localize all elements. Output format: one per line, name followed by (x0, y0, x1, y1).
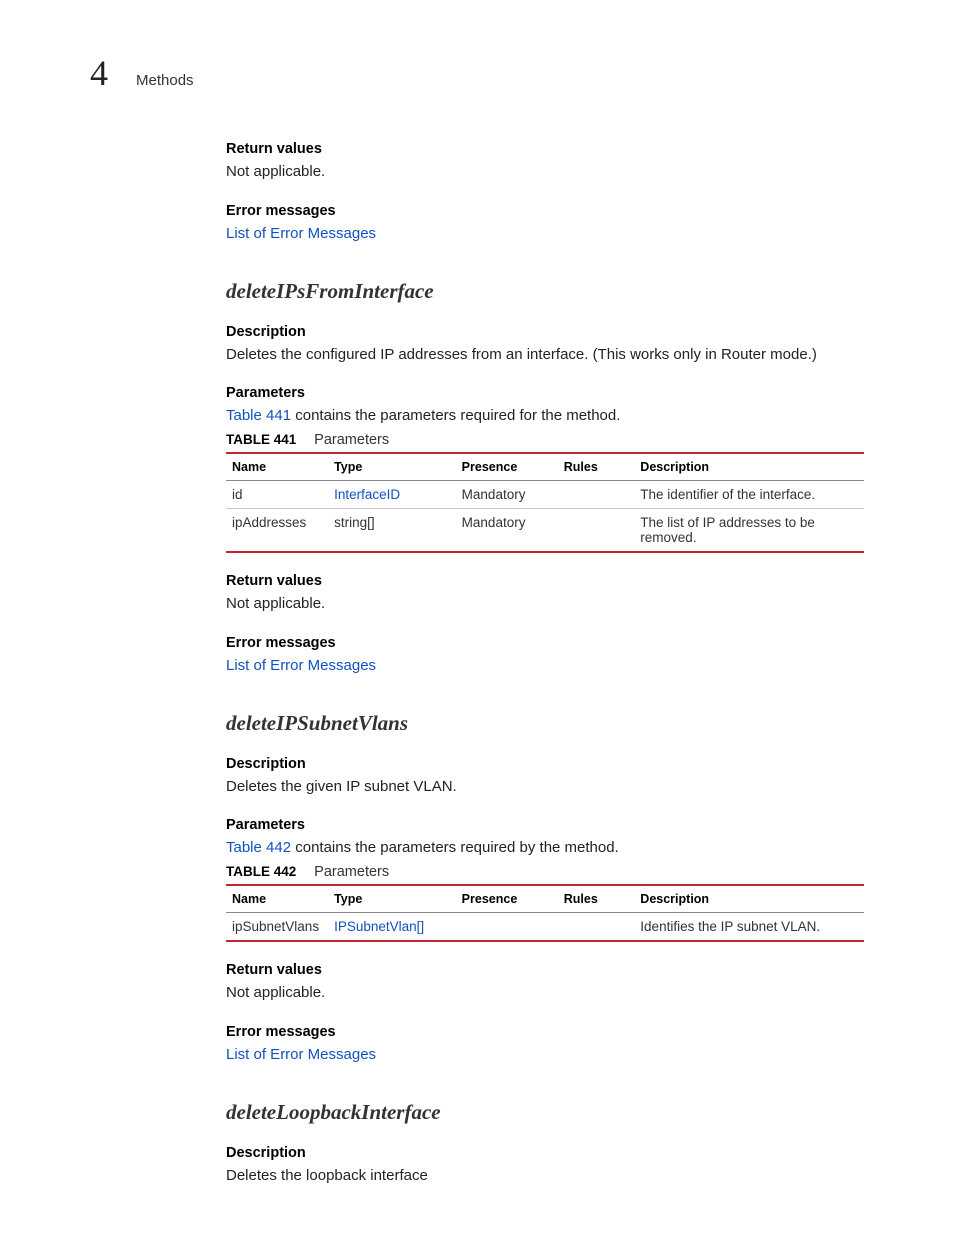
error-messages-link[interactable]: List of Error Messages (226, 225, 376, 242)
return-values-text: Not applicable. (226, 982, 864, 1004)
table-ref-link[interactable]: Table 442 (226, 839, 291, 856)
table-row: id InterfaceID Mandatory The identifier … (226, 481, 864, 509)
description-heading: Description (226, 324, 864, 340)
error-messages-heading: Error messages (226, 1024, 864, 1040)
chapter-number: 4 (90, 55, 108, 91)
description-text: Deletes the loopback interface (226, 1165, 864, 1187)
cell-name: ipSubnetVlans (226, 913, 328, 942)
th-description: Description (634, 453, 864, 481)
return-values-text: Not applicable. (226, 161, 864, 183)
parameters-table-441: Name Type Presence Rules Description id … (226, 452, 864, 553)
parameters-intro-rest: contains the parameters required by the … (291, 839, 619, 856)
cell-description: The identifier of the interface. (634, 481, 864, 509)
cell-rules (558, 509, 635, 553)
parameters-intro-rest: contains the parameters required for the… (291, 407, 620, 424)
cell-rules (558, 481, 635, 509)
parameters-heading: Parameters (226, 817, 864, 833)
return-values-heading: Return values (226, 573, 864, 589)
error-messages-heading: Error messages (226, 635, 864, 651)
table-ref-link[interactable]: Table 441 (226, 407, 291, 424)
cell-presence: Mandatory (456, 481, 558, 509)
table-caption: TABLE 441 Parameters (226, 431, 864, 448)
table-caption-title: Parameters (314, 864, 389, 880)
cell-presence (456, 913, 558, 942)
th-name: Name (226, 453, 328, 481)
table-header-row: Name Type Presence Rules Description (226, 885, 864, 913)
page-header: 4 Methods (90, 55, 864, 91)
parameters-intro: Table 442 contains the parameters requir… (226, 837, 864, 859)
table-caption-label: TABLE 442 (226, 864, 296, 879)
table-header-row: Name Type Presence Rules Description (226, 453, 864, 481)
method-title-deleteLoopbackInterface: deleteLoopbackInterface (226, 1100, 864, 1125)
return-values-text: Not applicable. (226, 593, 864, 615)
th-presence: Presence (456, 453, 558, 481)
th-name: Name (226, 885, 328, 913)
parameters-heading: Parameters (226, 385, 864, 401)
table-caption-label: TABLE 441 (226, 432, 296, 447)
cell-type: string[] (328, 509, 456, 553)
type-link[interactable]: IPSubnetVlan[] (334, 919, 424, 934)
method-title-deleteIPSubnetVlans: deleteIPSubnetVlans (226, 711, 864, 736)
table-row: ipSubnetVlans IPSubnetVlan[] Identifies … (226, 913, 864, 942)
type-link[interactable]: InterfaceID (334, 487, 400, 502)
th-rules: Rules (558, 885, 635, 913)
chapter-title: Methods (136, 72, 194, 89)
cell-name: id (226, 481, 328, 509)
cell-description: The list of IP addresses to be removed. (634, 509, 864, 553)
cell-description: Identifies the IP subnet VLAN. (634, 913, 864, 942)
return-values-heading: Return values (226, 962, 864, 978)
error-messages-link[interactable]: List of Error Messages (226, 1046, 376, 1063)
th-rules: Rules (558, 453, 635, 481)
cell-type: IPSubnetVlan[] (328, 913, 456, 942)
return-values-heading: Return values (226, 141, 864, 157)
table-caption-title: Parameters (314, 432, 389, 448)
page: 4 Methods Return values Not applicable. … (0, 0, 954, 1250)
th-type: Type (328, 453, 456, 481)
description-heading: Description (226, 1145, 864, 1161)
cell-name: ipAddresses (226, 509, 328, 553)
content: Return values Not applicable. Error mess… (226, 141, 864, 1186)
description-text: Deletes the given IP subnet VLAN. (226, 776, 864, 798)
cell-type: InterfaceID (328, 481, 456, 509)
cell-presence: Mandatory (456, 509, 558, 553)
error-messages-link[interactable]: List of Error Messages (226, 657, 376, 674)
description-heading: Description (226, 756, 864, 772)
th-presence: Presence (456, 885, 558, 913)
parameters-table-442: Name Type Presence Rules Description ipS… (226, 884, 864, 942)
cell-rules (558, 913, 635, 942)
error-messages-heading: Error messages (226, 203, 864, 219)
th-type: Type (328, 885, 456, 913)
table-row: ipAddresses string[] Mandatory The list … (226, 509, 864, 553)
description-text: Deletes the configured IP addresses from… (226, 344, 864, 366)
table-caption: TABLE 442 Parameters (226, 863, 864, 880)
method-title-deleteIPsFromInterface: deleteIPsFromInterface (226, 279, 864, 304)
th-description: Description (634, 885, 864, 913)
parameters-intro: Table 441 contains the parameters requir… (226, 405, 864, 427)
